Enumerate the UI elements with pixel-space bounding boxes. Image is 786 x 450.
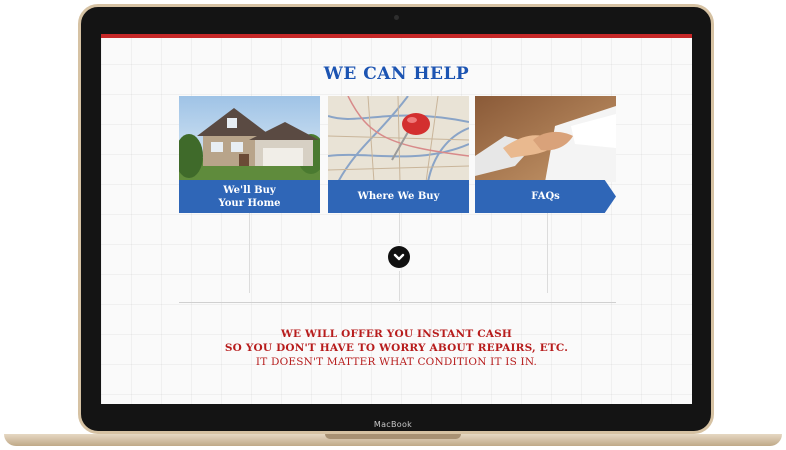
handshake-photo: [475, 96, 616, 182]
message-line-3: IT DOESN'T MATTER WHAT CONDITION IT IS I…: [255, 356, 538, 368]
divider: [249, 213, 250, 293]
page-heading: WE CAN HELP: [323, 64, 470, 84]
house-photo: [179, 96, 320, 182]
divider: [547, 213, 548, 293]
map-pin-photo: [328, 96, 469, 182]
message-line-1: WE WILL OFFER YOU INSTANT CASH: [280, 328, 513, 340]
card-label: Where We Buy: [328, 180, 469, 213]
card-label: FAQs: [475, 180, 616, 213]
card-we-buy-your-home[interactable]: We'll Buy Your Home: [179, 96, 320, 213]
message-line-2: SO YOU DON'T HAVE TO WORRY ABOUT REPAIRS…: [224, 342, 569, 354]
camera-icon: [394, 15, 399, 20]
screen: WE CAN HELP We'll Buy Your Home Where We…: [101, 34, 692, 404]
divider: [399, 271, 400, 301]
scroll-down-button[interactable]: [388, 246, 410, 268]
device-brand-label: MacBook: [373, 420, 413, 429]
laptop-notch: [325, 434, 461, 439]
card-faqs[interactable]: FAQs: [475, 96, 616, 213]
divider: [399, 213, 400, 243]
card-where-we-buy[interactable]: Where We Buy: [328, 96, 469, 213]
divider: [179, 302, 616, 303]
chevron-down-icon: [393, 253, 405, 261]
top-accent-bar: [101, 34, 692, 38]
card-label: We'll Buy Your Home: [179, 180, 320, 213]
